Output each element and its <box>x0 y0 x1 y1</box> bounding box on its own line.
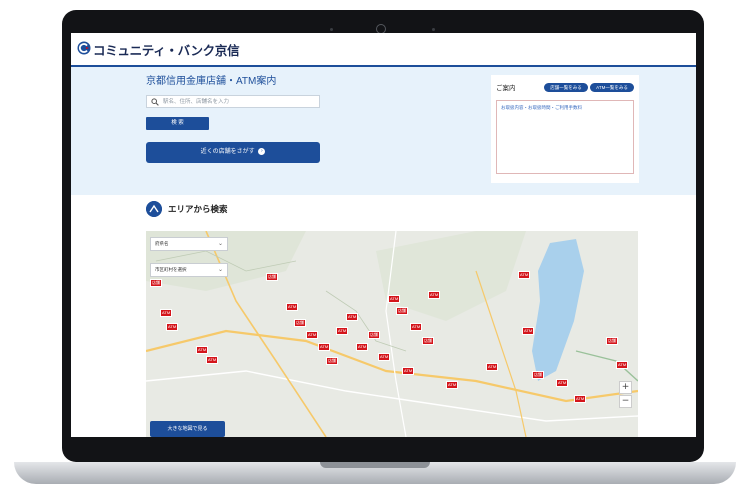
atm-marker[interactable]: 店舗 <box>422 337 434 345</box>
search-placeholder: 駅名、住所、店舗名を入力 <box>163 99 230 105</box>
atm-marker[interactable]: ATM <box>446 381 459 389</box>
atm-marker[interactable]: 店舗 <box>368 331 380 339</box>
atm-marker[interactable]: ATM <box>556 379 569 387</box>
site-header: コミュニティ・バンク京信 <box>71 33 696 67</box>
atm-marker[interactable]: ATM <box>206 356 219 364</box>
branch-map[interactable]: 府県名 ⌄ 市区町村を選択 ⌄ 店舗 ATM ATM ATM ATM 店舗 AT… <box>146 231 638 437</box>
chevron-down-icon: ⌄ <box>217 241 223 247</box>
atm-marker[interactable]: 店舗 <box>606 337 618 345</box>
brand-logo-icon[interactable] <box>77 41 91 55</box>
search-button[interactable]: 検 索 <box>146 117 209 130</box>
arrow-right-icon: › <box>258 147 266 155</box>
atm-marker[interactable]: 店舗 <box>326 357 338 365</box>
info-title: ご案内 <box>496 85 516 92</box>
atm-marker[interactable]: 店舗 <box>266 273 278 281</box>
city-select-value: 市区町村を選択 <box>155 267 187 272</box>
brand-logo-text[interactable]: コミュニティ・バンク京信 <box>93 40 240 59</box>
atm-marker[interactable]: ATM <box>616 361 629 369</box>
atm-marker[interactable]: ATM <box>388 295 401 303</box>
sensor-dot <box>432 28 435 31</box>
info-panel: ご案内 店舗一覧をみる ATM一覧をみる お取扱内容・お取扱時間・ご利用手数料 <box>491 75 639 183</box>
atm-marker[interactable]: ATM <box>336 327 349 335</box>
atm-marker[interactable]: ATM <box>410 323 423 331</box>
atm-marker[interactable]: ATM <box>318 343 331 351</box>
map-background <box>146 231 638 437</box>
atm-marker[interactable]: ATM <box>486 363 499 371</box>
atm-marker[interactable]: ATM <box>522 327 535 335</box>
atm-marker[interactable]: 店舗 <box>396 307 408 315</box>
atm-marker[interactable]: ATM <box>306 331 319 339</box>
atm-marker[interactable]: ATM <box>196 346 209 354</box>
prefecture-select-value: 府県名 <box>155 241 169 246</box>
zoom-out-button[interactable]: − <box>619 395 632 408</box>
prefecture-select[interactable]: 府県名 ⌄ <box>150 237 228 251</box>
atm-marker[interactable]: 店舗 <box>532 371 544 379</box>
laptop-notch <box>320 462 430 468</box>
city-select[interactable]: 市区町村を選択 ⌄ <box>150 263 228 277</box>
browser-viewport: コミュニティ・バンク京信 京都信用金庫店舗・ATM案内 駅名、住所、店舗名を入力… <box>71 33 696 437</box>
atm-marker[interactable]: ATM <box>166 323 179 331</box>
atm-marker[interactable]: ATM <box>574 395 587 403</box>
area-search-title: エリアから検索 <box>168 204 228 214</box>
atm-marker[interactable]: ATM <box>160 309 173 317</box>
chevron-down-icon: ⌄ <box>217 267 223 273</box>
service-hours-fees-link[interactable]: お取扱内容・お取扱時間・ご利用手数料 <box>501 105 582 111</box>
search-input[interactable]: 駅名、住所、店舗名を入力 <box>146 95 320 108</box>
open-large-map-button[interactable]: 大きな地図で見る <box>150 421 225 437</box>
atm-marker[interactable]: ATM <box>286 303 299 311</box>
find-nearby-label: 近くの店舗をさがす <box>200 149 255 155</box>
atm-list-button[interactable]: ATM一覧をみる <box>590 83 634 92</box>
atm-marker[interactable]: ATM <box>346 313 359 321</box>
atm-marker[interactable]: ATM <box>356 343 369 351</box>
info-notice-box: お取扱内容・お取扱時間・ご利用手数料 <box>496 100 634 174</box>
atm-marker[interactable]: 店舗 <box>294 319 306 327</box>
zoom-in-button[interactable]: + <box>619 381 632 394</box>
sensor-dot <box>330 28 333 31</box>
find-nearby-branches-button[interactable]: 近くの店舗をさがす › <box>146 142 320 163</box>
page-title: 京都信用金庫店舗・ATM案内 <box>146 76 277 87</box>
search-icon <box>151 98 159 106</box>
atm-marker[interactable]: 店舗 <box>150 279 162 287</box>
atm-marker[interactable]: ATM <box>378 353 391 361</box>
atm-marker[interactable]: ATM <box>402 367 415 375</box>
atm-marker[interactable]: ATM <box>518 271 531 279</box>
branch-list-button[interactable]: 店舗一覧をみる <box>544 83 588 92</box>
atm-marker[interactable]: ATM <box>428 291 441 299</box>
map-pin-icon <box>146 201 162 217</box>
